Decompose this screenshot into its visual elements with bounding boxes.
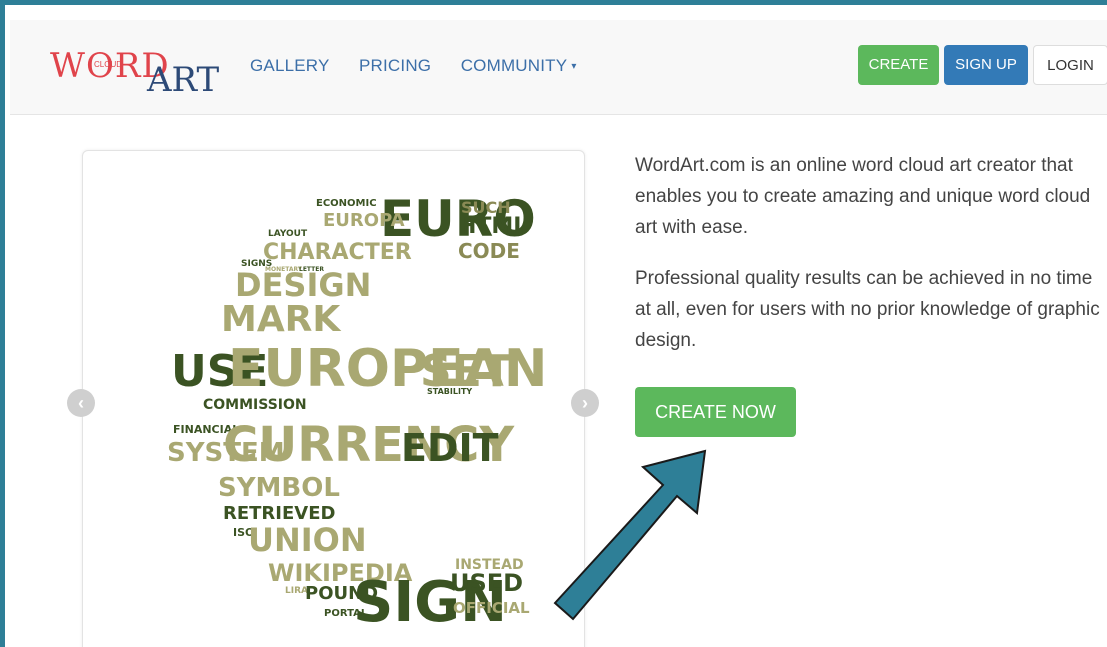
chevron-right-icon[interactable]: ›	[571, 389, 599, 417]
cloud-word: MARK	[221, 299, 341, 340]
cloud-word: CODE	[458, 239, 520, 263]
sign-up-button[interactable]: SIGN UP	[944, 45, 1028, 85]
quality-paragraph: Professional quality results can be achi…	[635, 268, 1100, 351]
screenshot-frame: WORD CLOUD ART GALLERY PRICING COMMUNITY…	[0, 0, 1107, 647]
intro-paragraph: WordArt.com is an online word cloud art …	[635, 155, 1091, 238]
cloud-word: COMMISSION	[203, 397, 307, 413]
cloud-word: USED	[450, 569, 523, 597]
cloud-word: HTML	[458, 214, 527, 239]
nav-community-link[interactable]: COMMUNITY ▾	[461, 56, 577, 75]
login-button[interactable]: LOGIN	[1033, 45, 1107, 85]
nav-gallery-link[interactable]: GALLERY	[250, 56, 330, 75]
main-nav: GALLERY PRICING COMMUNITY ▾	[250, 56, 602, 76]
cloud-word: INSTEAD	[455, 557, 524, 573]
cloud-word: PORTAL	[324, 608, 368, 619]
euro-word-cloud-image: ECONOMIC EUROSUCHHTMLEUROPALAYOUTCHARACTE…	[167, 190, 547, 635]
gallery-carousel[interactable]: ECONOMIC EURO SUCH HTML EUROPA LAYOUT CHARACTE…	[82, 150, 585, 647]
cloud-word: CHARACTER	[263, 240, 412, 265]
cloud-word: EDIT	[401, 426, 499, 470]
cloud-word: STABILITY	[427, 387, 472, 396]
cloud-word: OFFICIAL	[453, 599, 530, 617]
create-button[interactable]: CREATE	[858, 45, 939, 85]
cloud-word: LAYOUT	[268, 229, 308, 239]
cloud-word: ECONOMIC	[316, 198, 377, 209]
arrow-pointer-icon	[553, 449, 707, 621]
cloud-word: EUROPA	[323, 210, 405, 231]
logo-art: ART	[147, 60, 220, 100]
caret-down-icon: ▾	[571, 61, 577, 73]
nav-community-label: COMMUNITY	[460, 56, 568, 75]
navbar: WORD CLOUD ART GALLERY PRICING COMMUNITY…	[10, 20, 1107, 115]
cloud-word: UNION	[248, 521, 367, 559]
cloud-word: SYMBOL	[218, 473, 340, 503]
create-now-button[interactable]: CREATE NOW	[635, 387, 796, 437]
chevron-left-icon[interactable]: ‹	[67, 389, 95, 417]
wordart-logo[interactable]: WORD CLOUD ART	[50, 40, 225, 100]
logo-cloud: CLOUD	[94, 60, 123, 69]
nav-pricing-link[interactable]: PRICING	[359, 56, 431, 75]
